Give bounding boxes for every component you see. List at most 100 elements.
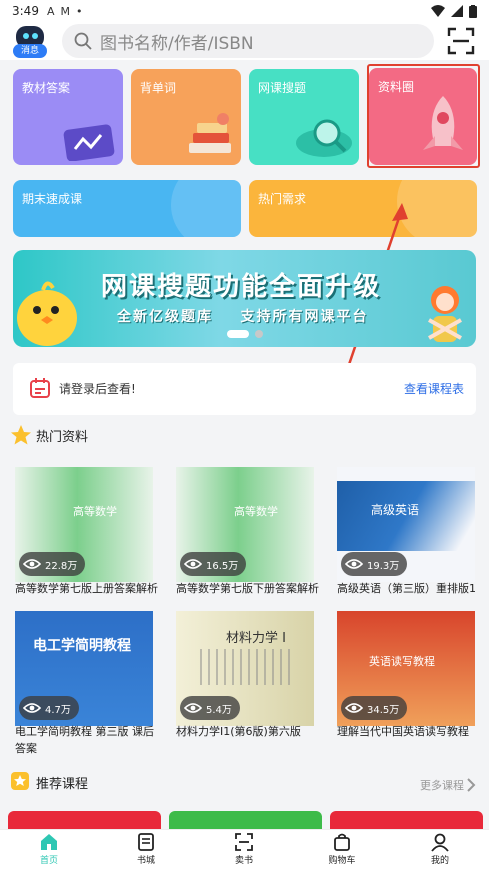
view-count-text: 5.4万 [206, 704, 232, 716]
more-courses-link[interactable]: 更多课程 [420, 777, 464, 793]
tab-cart[interactable]: 购物车 [312, 832, 372, 871]
tile-final-exam-course[interactable]: 期末速成课 [13, 180, 241, 237]
shopping-bag-icon [334, 833, 350, 851]
chevron-right-icon[interactable] [466, 778, 476, 792]
book-card[interactable]: 高等数学 22.8万 [15, 467, 153, 582]
highlight-frame [367, 64, 480, 168]
search-placeholder: 图书名称/作者/ISBN [100, 33, 254, 54]
star-icon [11, 425, 31, 445]
home-icon [41, 834, 57, 850]
book-cover-label: 电工学简明教程 [33, 638, 131, 654]
book-cover-art [200, 649, 290, 685]
dot-icon: • [75, 4, 83, 18]
tile-textbook-answers[interactable]: 教材答案 [13, 69, 123, 165]
chart-card-icon [63, 124, 115, 161]
eye-icon [345, 559, 363, 569]
decor-shape [171, 180, 241, 237]
view-count: 16.5万 [180, 552, 247, 576]
hot-section-title: 热门资料 [36, 430, 89, 445]
view-count: 4.7万 [19, 696, 79, 720]
bottom-tab-bar: 首页 书城 卖书 购物车 我的 [0, 829, 489, 871]
tile-label: 热门需求 [258, 192, 307, 206]
search-icon [74, 32, 92, 50]
app-header: 消息 图书名称/作者/ISBN [0, 22, 489, 60]
banner-subtitle: 全新亿级题库 支持所有网课平台 [117, 309, 369, 325]
scan-icon[interactable] [446, 26, 476, 56]
book-title[interactable]: 材料力学I1(第6版)第六版 [176, 723, 324, 740]
eye-icon [184, 703, 202, 713]
login-prompt: 请登录后查看! [59, 382, 136, 396]
tab-bookstore[interactable]: 书城 [116, 832, 176, 871]
book-title[interactable]: 高等数学第七版下册答案解析 [176, 580, 324, 597]
tab-profile[interactable]: 我的 [410, 832, 470, 871]
book-title[interactable]: 高级英语（第三版）重排版1 [337, 580, 485, 597]
scan-sell-icon [235, 833, 253, 851]
wifi-icon [431, 5, 445, 17]
book-card[interactable]: 英语读写教程 34.5万 [337, 611, 475, 726]
banner-title: 网课搜题功能全面升级 [101, 272, 382, 302]
view-count-text: 19.3万 [367, 560, 400, 572]
view-count-text: 16.5万 [206, 560, 239, 572]
view-count: 22.8万 [19, 552, 86, 576]
book-card[interactable]: 材料力学 I 5.4万 [176, 611, 314, 726]
view-schedule-link[interactable]: 查看课程表 [404, 380, 464, 397]
tab-label: 书城 [136, 856, 155, 866]
robot-eye-right [32, 33, 38, 39]
course-card[interactable] [8, 811, 161, 831]
pagination-dot[interactable] [255, 330, 263, 338]
tile-label: 网课搜题 [258, 81, 307, 95]
tile-vocabulary[interactable]: 背单词 [131, 69, 241, 165]
calendar-icon [30, 378, 50, 398]
star-badge-icon [11, 772, 29, 790]
book-cover-label: 材料力学 I [226, 631, 286, 646]
gmail-icon: M [60, 4, 70, 18]
view-count: 19.3万 [341, 552, 408, 576]
tile-label: 期末速成课 [22, 192, 83, 206]
status-bar: 3:49 A M • [0, 0, 489, 22]
tab-sell-books[interactable]: 卖书 [214, 832, 274, 871]
view-count: 5.4万 [180, 696, 240, 720]
book-cover-label: 英语读写教程 [369, 655, 435, 668]
course-card[interactable] [169, 811, 322, 831]
book-title[interactable]: 高等数学第七版上册答案解析 [15, 580, 163, 597]
tab-label: 我的 [430, 856, 449, 866]
text-a-icon: A [46, 4, 55, 18]
notification-icons: A M • [47, 5, 83, 18]
tab-label: 首页 [39, 856, 58, 866]
book-cover-label: 高等数学 [73, 505, 117, 518]
status-right-icons [431, 4, 477, 18]
recommend-section-title: 推荐课程 [36, 777, 89, 792]
tab-home[interactable]: 首页 [19, 832, 79, 871]
view-count: 34.5万 [341, 696, 408, 720]
pagination-dot-active[interactable] [227, 330, 249, 338]
book-card[interactable]: 电工学简明教程 4.7万 [15, 611, 153, 726]
eye-icon [345, 703, 363, 713]
course-card[interactable] [330, 811, 483, 831]
tile-online-course-search[interactable]: 网课搜题 [249, 69, 359, 165]
book-cover-label: 高级英语 [371, 503, 420, 517]
book-title[interactable]: 电工学简明教程 第三版 课后答案 [15, 723, 155, 757]
status-time: 3:49 [12, 4, 39, 18]
book-title[interactable]: 理解当代中国英语读写教程 [337, 723, 485, 740]
user-icon [431, 833, 449, 852]
tile-label: 背单词 [140, 81, 177, 95]
search-bar[interactable]: 图书名称/作者/ISBN [62, 24, 434, 58]
view-count-text: 22.8万 [45, 560, 78, 572]
search-book-icon [296, 119, 352, 157]
eye-icon [184, 559, 202, 569]
tab-label: 卖书 [234, 856, 253, 866]
tile-label: 教材答案 [22, 81, 71, 95]
book-card[interactable]: 高级英语 19.3万 [337, 467, 475, 582]
schedule-card: 请登录后查看! 查看课程表 [13, 363, 476, 415]
message-logo-button[interactable]: 消息 [12, 24, 48, 58]
eye-icon [23, 559, 41, 569]
book-cover-label: 高等数学 [234, 505, 278, 518]
chick-mascot-icon [17, 281, 77, 346]
signal-icon [451, 5, 463, 17]
view-count-text: 4.7万 [45, 704, 71, 716]
books-stack-icon [189, 113, 231, 153]
bookstore-icon [138, 833, 154, 851]
banner-pagination [227, 330, 263, 338]
book-card[interactable]: 高等数学 16.5万 [176, 467, 314, 582]
message-badge: 消息 [13, 44, 47, 58]
